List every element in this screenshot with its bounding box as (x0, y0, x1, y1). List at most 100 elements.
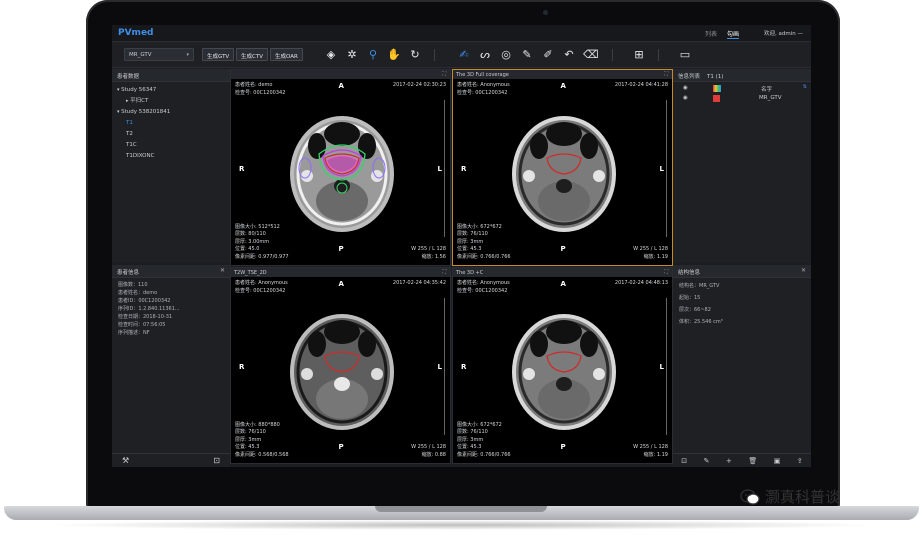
delete-icon[interactable]: 🗑 (748, 457, 757, 465)
edit-icon[interactable]: ✎ (704, 457, 710, 465)
monitor-icon[interactable]: ▭ (678, 48, 692, 62)
window-level: W 255 / L 128 (411, 246, 446, 252)
user-greeting[interactable]: 欢迎, admin — (764, 29, 803, 37)
scan-image[interactable] (499, 304, 629, 436)
palette-icon[interactable] (713, 85, 721, 92)
image-viewport[interactable]: The 3D +C ⛶ 患者姓名: Anonymous 检查号: 00C120034… (452, 267, 673, 464)
rotate-icon[interactable]: ↻ (408, 48, 422, 62)
viewport-header: T2W_TSE_2D ⛶ (231, 268, 450, 277)
scan-image[interactable] (277, 106, 407, 238)
tree-item[interactable]: T1C (112, 140, 230, 151)
overlay-exam-id: 检查号: 00C1200342 (457, 89, 508, 96)
overlay-exam-id: 检查号: 00C1200342 (235, 287, 286, 294)
structure-info-header: 结构信息 ✕ (673, 265, 811, 278)
close-icon[interactable]: ✕ (220, 267, 225, 274)
image-info-line: 层厚: 3mm (235, 436, 262, 443)
undo-icon[interactable]: ↶ (562, 48, 576, 62)
image-info-line: 层厚: 3mm (457, 238, 484, 245)
orientation-anterior: A (338, 82, 344, 90)
orientation-right: R (461, 362, 467, 371)
tab-list[interactable]: 列表 (705, 29, 717, 39)
tree-item[interactable]: ▾ Study 56347 (112, 85, 230, 96)
upload-icon[interactable]: ⇪ (797, 457, 803, 465)
overlay-datetime: 2017-02-24 02:30:23 (392, 82, 446, 88)
maximize-icon[interactable]: ⛶ (442, 269, 446, 275)
generate-oar-button[interactable]: 生成OAR (270, 48, 303, 61)
tab-contour[interactable]: 勾画 (726, 29, 739, 39)
viewport-title: The 3D Full coverage (456, 72, 509, 78)
patient-info-line: 图像数：110 (118, 282, 148, 288)
structure-actions: ⊡ ✎ + 🗑 ▣ ⇪ (673, 453, 811, 467)
image-viewport[interactable]: The 3D Full coverage ⛶ 患者姓名: Anonymous 检查号… (452, 69, 673, 266)
pen-delete-icon[interactable]: ✐ (541, 48, 555, 62)
orientation-posterior: P (560, 443, 566, 451)
watermark: 灏真科普谈 (740, 486, 840, 507)
image-info-line: 层数: 80/110 (235, 231, 266, 237)
image-viewport[interactable]: T2W_TSE_2D ⛶ 患者姓名: Anonymous 检查号: 00C12003… (230, 267, 451, 464)
layers-icon[interactable]: ◈ (324, 48, 338, 62)
tree-item[interactable]: T1DIXONC (112, 151, 230, 162)
image-info-line: 像素间距: 0.568/0.568 (235, 451, 289, 458)
orientation-anterior: A (560, 280, 566, 288)
maximize-icon[interactable]: ⛶ (664, 269, 668, 275)
grid-layout-icon[interactable]: ⊞ (632, 48, 646, 62)
contour-icon[interactable]: ◎ (499, 48, 513, 62)
image-viewport[interactable]: ⛶ 患者姓名: demo 检查号: 00C1200342 2017-02-24 02… (230, 69, 451, 266)
wechat-icon (740, 488, 760, 505)
eye-icon[interactable]: ◉ (683, 95, 688, 101)
scan-image[interactable] (499, 106, 629, 238)
export-image-icon[interactable]: ⊡ (213, 456, 220, 465)
zoom-icon[interactable]: ⚲ (366, 48, 380, 62)
structure-info-line: 层次：66~82 (679, 307, 711, 313)
save-icon[interactable]: ▣ (774, 457, 781, 465)
tools-icon[interactable]: ⚒ (122, 456, 129, 465)
patient-info-line: 患者姓名：demo (118, 290, 158, 296)
watermark-text: 灏真科普谈 (765, 488, 841, 506)
info-list-series: T1 (1) (707, 74, 724, 80)
info-list-header-row: ◉ 名字 ⇅ (673, 84, 811, 94)
sort-icon[interactable]: ⇅ (803, 84, 807, 90)
tree-item[interactable]: ▾ Study 538201841 (112, 107, 230, 118)
window-overlay: W 255 / L 128 缩放: 1.19 (633, 246, 668, 261)
pen-icon[interactable]: ✎ (520, 48, 534, 62)
zoom-level: 缩放: 1.56 (421, 253, 446, 260)
import-icon[interactable]: ⊡ (681, 457, 687, 465)
image-info-line: 位置: 45.3 (457, 444, 482, 450)
hand-pan-icon[interactable]: ✋ (387, 48, 401, 62)
column-name: 名字 (761, 87, 773, 93)
generate-gtv-button[interactable]: 生成GTV (202, 48, 235, 61)
image-info-line: 层厚: 3mm (457, 436, 484, 443)
patient-data-panel: 患者数据 ▾ Study 56347 ▸ 平扫CT ▾ Study 53820184… (112, 69, 230, 263)
orientation-anterior: A (560, 82, 566, 90)
structure-row[interactable]: ◉ MR_GTV (673, 94, 811, 104)
tree-item[interactable]: T2 (112, 129, 230, 140)
image-info-line: 图像大小: 880*880 (235, 421, 280, 428)
eraser-icon[interactable]: ⌫ (583, 48, 599, 62)
patient-info-title: 患者信息 (117, 270, 140, 276)
eye-icon[interactable]: ◉ (683, 85, 688, 91)
window-level: W 255 / L 128 (633, 444, 668, 450)
patient-info-line: 患者ID：00C1200342 (118, 298, 171, 304)
brush-select-icon[interactable]: ✍ (457, 48, 471, 62)
add-icon[interactable]: + (726, 457, 732, 465)
patient-info-header: 患者信息 ✕ (112, 265, 230, 278)
close-icon[interactable]: ✕ (801, 267, 806, 274)
tree-item-label: Study 56347 (121, 87, 157, 93)
image-info-overlay: 图像大小: 512*512 层数: 80/110 层厚: 3.00mm 位置: 45.… (235, 224, 289, 262)
scan-image[interactable] (277, 304, 407, 436)
lasso-icon[interactable]: ᔕ (478, 48, 492, 62)
structure-color-swatch[interactable] (713, 95, 720, 102)
image-info-line: 像素间距: 0.766/0.766 (457, 451, 511, 458)
orientation-posterior: P (338, 443, 344, 451)
tree-item[interactable]: ▸ 平扫CT (112, 96, 230, 107)
minimize-icon[interactable]: — (798, 31, 804, 37)
window-overlay: W 255 / L 128 缩放: 0.88 (411, 444, 446, 459)
generate-ctv-button[interactable]: 生成CTV (236, 48, 268, 61)
image-info-line: 图像大小: 672*672 (457, 421, 502, 428)
tree-item[interactable]: T1 (112, 118, 230, 129)
patient-overlay: 患者姓名: demo 检查号: 00C1200342 (235, 82, 285, 97)
structure-select[interactable]: MR_GTV ▾ (124, 48, 194, 61)
settings-gear-icon[interactable]: ✲ (345, 48, 359, 62)
maximize-icon[interactable]: ⛶ (442, 71, 446, 77)
maximize-icon[interactable]: ⛶ (664, 71, 668, 77)
